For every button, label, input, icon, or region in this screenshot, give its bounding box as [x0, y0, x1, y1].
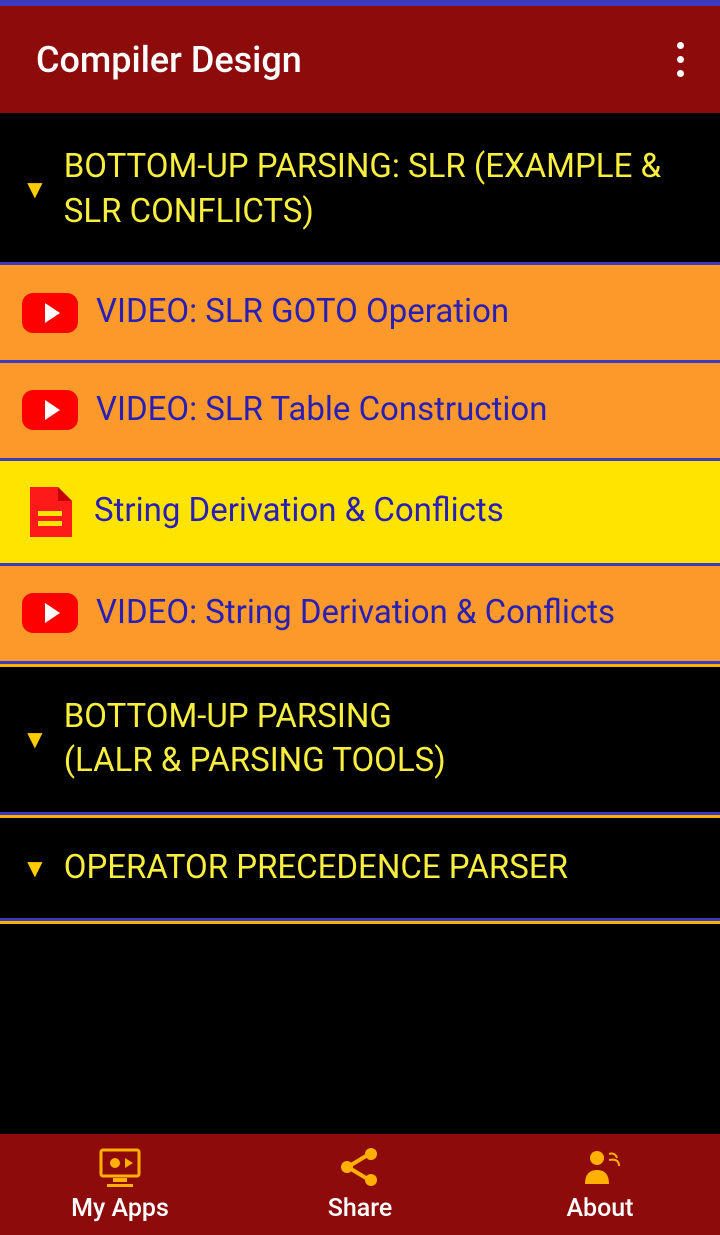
app-title: Compiler Design — [36, 39, 667, 81]
section-header-operator[interactable]: ▼ OPERATOR PRECEDENCE PARSER — [0, 815, 720, 922]
youtube-icon — [22, 593, 78, 633]
section-header-slr[interactable]: ▼ BOTTOM-UP PARSING: SLR (EXAMPLE & SLR … — [0, 113, 720, 265]
nav-share[interactable]: Share — [240, 1144, 480, 1223]
overflow-menu-icon[interactable] — [667, 34, 694, 85]
my-apps-icon — [95, 1144, 145, 1190]
section-title: BOTTOM-UP PARSING: SLR (EXAMPLE & SLR CO… — [64, 145, 698, 234]
list-item-video[interactable]: VIDEO: String Derivation & Conflicts — [0, 566, 720, 664]
chevron-down-icon: ▼ — [22, 174, 48, 205]
section-header-lalr[interactable]: ▼ BOTTOM-UP PARSING (LALR & PARSING TOOL… — [0, 664, 720, 815]
item-label: VIDEO: SLR Table Construction — [96, 389, 547, 432]
youtube-icon — [22, 293, 78, 333]
youtube-icon — [22, 390, 78, 430]
list-item-doc[interactable]: String Derivation & Conflicts — [0, 461, 720, 566]
nav-label: About — [566, 1194, 633, 1223]
app-bar: Compiler Design — [0, 6, 720, 113]
nav-label: My Apps — [71, 1194, 169, 1223]
document-icon — [26, 487, 72, 537]
nav-label: Share — [328, 1194, 393, 1223]
chevron-down-icon: ▼ — [22, 724, 48, 755]
section-title: OPERATOR PRECEDENCE PARSER — [64, 846, 568, 891]
item-label: VIDEO: SLR GOTO Operation — [96, 291, 509, 334]
chevron-down-icon: ▼ — [22, 853, 48, 884]
about-icon — [575, 1144, 625, 1190]
item-label: VIDEO: String Derivation & Conflicts — [96, 592, 615, 635]
content-list: ▼ BOTTOM-UP PARSING: SLR (EXAMPLE & SLR … — [0, 113, 720, 1134]
share-icon — [335, 1144, 385, 1190]
nav-about[interactable]: About — [480, 1144, 720, 1223]
bottom-nav: My Apps Share About — [0, 1134, 720, 1235]
nav-my-apps[interactable]: My Apps — [0, 1144, 240, 1223]
list-item-video[interactable]: VIDEO: SLR GOTO Operation — [0, 265, 720, 363]
content-spacer — [0, 921, 720, 1134]
section-title: BOTTOM-UP PARSING (LALR & PARSING TOOLS) — [64, 695, 446, 784]
item-label: String Derivation & Conflicts — [94, 490, 504, 533]
list-item-video[interactable]: VIDEO: SLR Table Construction — [0, 363, 720, 461]
